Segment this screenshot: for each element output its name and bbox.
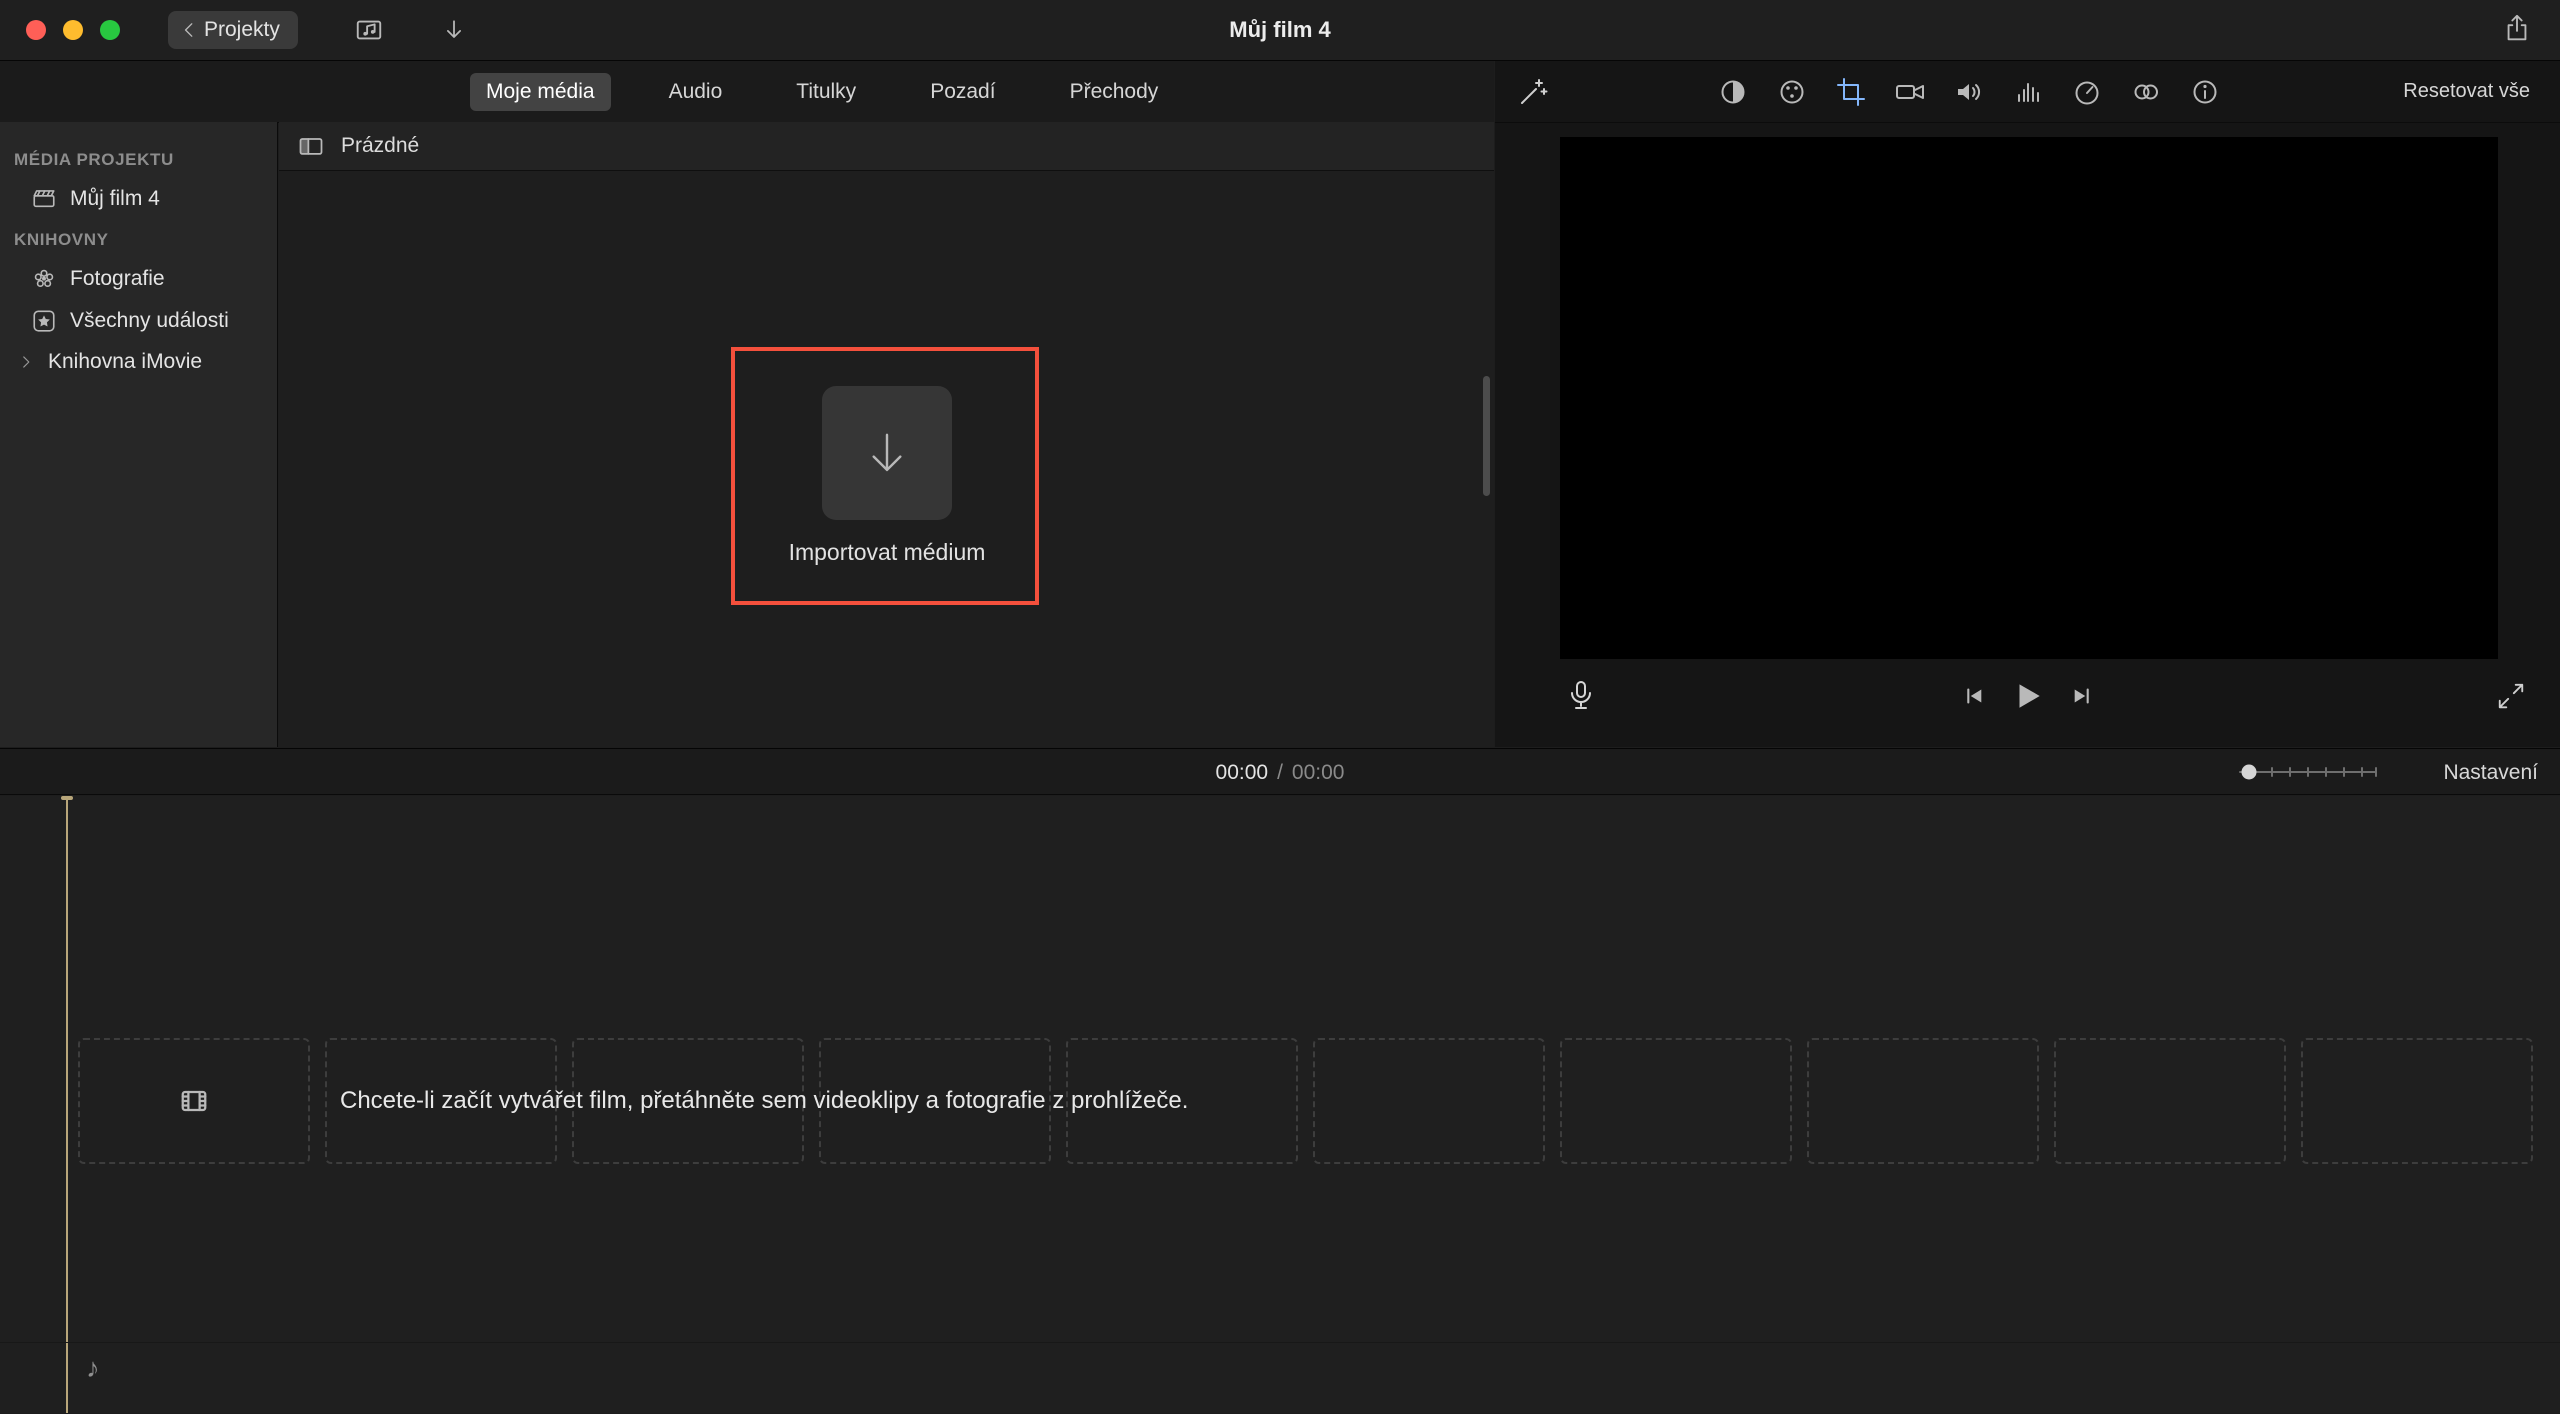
flower-icon <box>30 266 58 292</box>
transport-controls <box>1495 659 2560 734</box>
import-arrow-icon[interactable] <box>440 16 468 44</box>
import-down-arrow-icon <box>858 424 916 482</box>
tab-prechody[interactable]: Přechody <box>1054 73 1175 111</box>
skip-back-icon[interactable] <box>1961 683 1987 709</box>
contrast-icon[interactable] <box>1717 76 1749 108</box>
sidebar-photos-label: Fotografie <box>70 267 165 291</box>
clip-placeholder-row <box>78 1038 2533 1164</box>
clip-placeholder <box>572 1038 804 1164</box>
tab-moje-media[interactable]: Moje média <box>470 73 611 111</box>
traffic-lights <box>26 20 120 40</box>
crop-icon[interactable] <box>1835 76 1867 108</box>
clapperboard-icon <box>30 186 58 212</box>
clip-placeholder <box>1560 1038 1792 1164</box>
sidebar-toggle-icon[interactable] <box>297 132 325 160</box>
play-icon[interactable] <box>2011 679 2045 713</box>
titlebar: Projekty Můj film 4 <box>0 0 2560 61</box>
reset-all-button[interactable]: Resetovat vše <box>2397 61 2536 122</box>
browser-header: Prázdné <box>279 122 1494 171</box>
color-palette-icon[interactable] <box>1776 76 1808 108</box>
clip-placeholder <box>1807 1038 2039 1164</box>
audio-lane: ♪ <box>0 1342 2560 1414</box>
clip-placeholder <box>78 1038 310 1164</box>
info-icon[interactable] <box>2189 76 2221 108</box>
browser-tabs: Moje média Audio Titulky Pozadí Přechody <box>470 73 1174 111</box>
browser-header-label: Prázdné <box>341 134 419 158</box>
sidebar-all-events-label: Všechny události <box>70 309 229 333</box>
filmstrip-icon <box>176 1083 212 1119</box>
enhance-wand-icon[interactable] <box>1517 76 1549 108</box>
media-browser: Prázdné Importovat médium <box>279 122 1494 747</box>
sidebar-item-all-events[interactable]: Všechny události <box>0 300 277 342</box>
section-project-media: MÉDIA PROJEKTU <box>14 150 277 170</box>
viewer-toolbar: Resetovat vše <box>1495 61 2560 123</box>
skip-forward-icon[interactable] <box>2069 683 2095 709</box>
projects-back-label: Projekty <box>204 18 280 42</box>
timecode: 00:00 / 00:00 <box>1216 749 1345 796</box>
clip-placeholder <box>2301 1038 2533 1164</box>
tab-pozadi[interactable]: Pozadí <box>914 73 1011 111</box>
share-icon[interactable] <box>2502 13 2532 43</box>
media-browser-icon[interactable] <box>354 15 384 45</box>
settings-button[interactable]: Nastavení <box>2437 749 2544 796</box>
audio-eq-icon[interactable] <box>2012 76 2044 108</box>
libraries-sidebar: MÉDIA PROJEKTU Můj film 4 KNIHOVNY Fotog… <box>0 122 278 747</box>
timeline[interactable]: Chcete-li začít vytvářet film, přetáhnět… <box>0 796 2560 1413</box>
noise-reduction-icon[interactable] <box>2130 76 2162 108</box>
media-tab-strip: Moje média Audio Titulky Pozadí Přechody <box>0 61 1494 123</box>
fullscreen-icon[interactable] <box>2496 681 2526 711</box>
close-window-button[interactable] <box>26 20 46 40</box>
zoom-window-button[interactable] <box>100 20 120 40</box>
sidebar-item-project[interactable]: Můj film 4 <box>0 178 277 220</box>
minimize-window-button[interactable] <box>63 20 83 40</box>
timecode-total: 00:00 <box>1292 761 1345 785</box>
viewer-panel: Resetovat vše <box>1495 61 2560 747</box>
timecode-current: 00:00 <box>1216 761 1269 785</box>
sidebar-imovie-library-label: Knihovna iMovie <box>48 350 202 374</box>
volume-icon[interactable] <box>1953 76 1985 108</box>
adjust-tools <box>1717 76 2221 108</box>
browser-scrollbar[interactable] <box>1483 376 1490 496</box>
sidebar-project-label: Můj film 4 <box>70 187 160 211</box>
microphone-icon[interactable] <box>1565 679 1597 711</box>
music-note-icon: ♪ <box>86 1353 100 1384</box>
tab-titulky[interactable]: Titulky <box>780 73 872 111</box>
chevron-left-icon <box>178 19 200 41</box>
browser-body: Importovat médium <box>279 171 1494 747</box>
section-libraries: KNIHOVNY <box>14 230 277 250</box>
playback-buttons <box>1961 679 2095 713</box>
import-media-button[interactable] <box>822 386 952 520</box>
clip-placeholder <box>1066 1038 1298 1164</box>
timecode-bar: 00:00 / 00:00 Nastavení <box>0 748 2560 795</box>
playhead[interactable] <box>66 796 68 1413</box>
clip-placeholder <box>819 1038 1051 1164</box>
video-preview[interactable] <box>1560 137 2498 659</box>
projects-back-button[interactable]: Projekty <box>168 11 298 49</box>
clip-placeholder <box>1313 1038 1545 1164</box>
sidebar-item-imovie-library[interactable]: Knihovna iMovie <box>0 342 277 382</box>
timeline-zoom-slider[interactable] <box>2232 760 2382 784</box>
video-camera-icon[interactable] <box>1894 76 1926 108</box>
import-media-label: Importovat médium <box>672 539 1102 566</box>
star-square-icon <box>30 308 58 334</box>
clip-placeholder <box>2054 1038 2286 1164</box>
timecode-separator: / <box>1277 761 1283 785</box>
sidebar-item-photos[interactable]: Fotografie <box>0 258 277 300</box>
speedometer-icon[interactable] <box>2071 76 2103 108</box>
clip-placeholder <box>325 1038 557 1164</box>
disclosure-chevron-icon[interactable] <box>12 353 40 371</box>
window-title: Můj film 4 <box>1229 0 1330 60</box>
tab-audio[interactable]: Audio <box>653 73 739 111</box>
